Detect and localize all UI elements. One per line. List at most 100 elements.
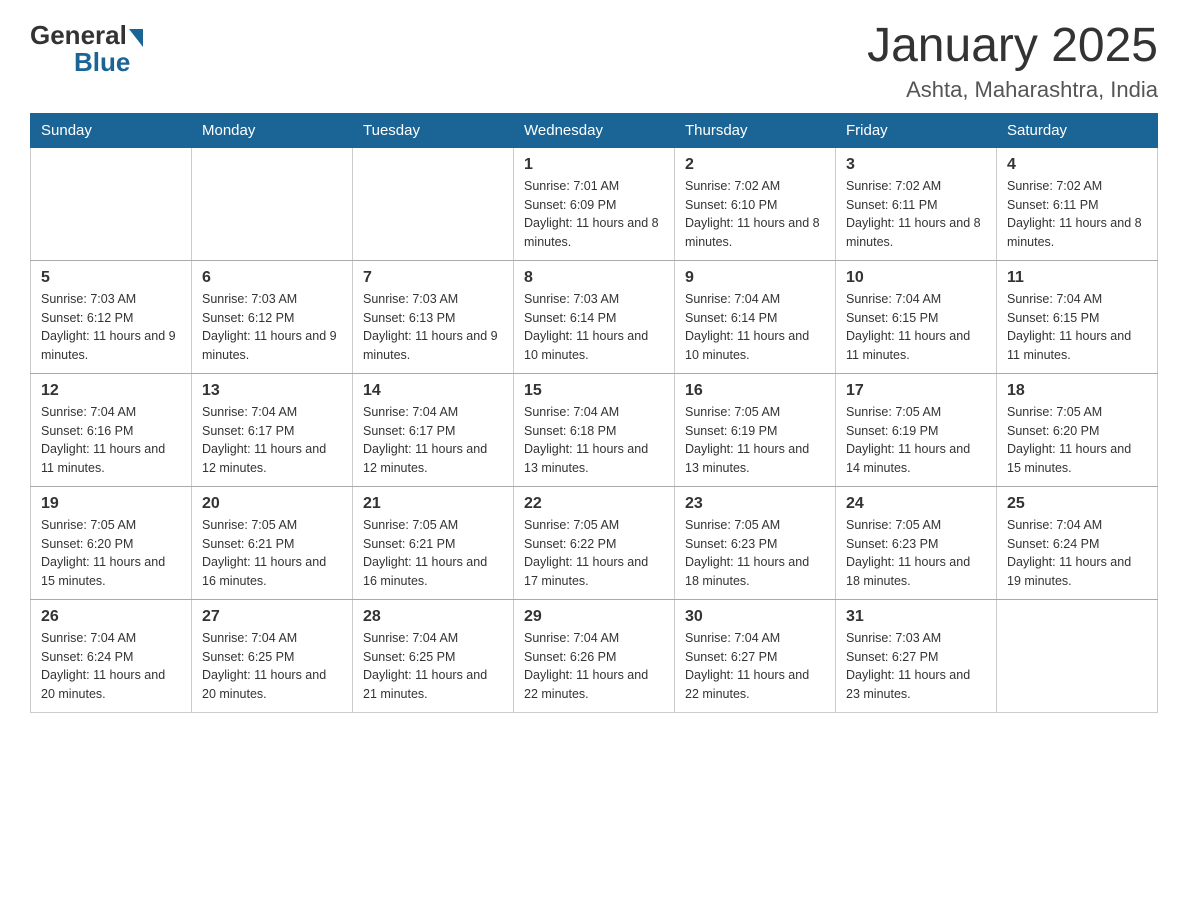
calendar-cell: 28 Sunrise: 7:04 AM Sunset: 6:25 PM Dayli… [353, 599, 514, 712]
calendar-header-wednesday: Wednesday [514, 113, 675, 147]
calendar-cell: 1 Sunrise: 7:01 AM Sunset: 6:09 PM Daylig… [514, 147, 675, 260]
day-number: 26 [41, 608, 181, 626]
day-number: 5 [41, 269, 181, 287]
calendar-week-row: 19Sunrise: 7:05 AM Sunset: 6:20 PM Dayli… [31, 486, 1158, 599]
calendar-cell: 23 Sunrise: 7:05 AM Sunset: 6:23 PM Dayli… [675, 486, 836, 599]
day-info: Sunrise: 7:04 AM Sunset: 6:25 PM Dayligh… [202, 629, 342, 704]
calendar-cell: 13Sunrise: 7:04 AM Sunset: 6:17 PM Dayli… [192, 373, 353, 486]
day-number: 9 [685, 269, 825, 287]
calendar-header-row: SundayMondayTuesdayWednesdayThursdayFrid… [31, 113, 1158, 147]
calendar-cell: 22 Sunrise: 7:05 AM Sunset: 6:22 PM Dayli… [514, 486, 675, 599]
calendar-week-row: 12 Sunrise: 7:04 AM Sunset: 6:16 PM Dayli… [31, 373, 1158, 486]
calendar-cell: 10 Sunrise: 7:04 AM Sunset: 6:15 PM Dayli… [836, 260, 997, 373]
calendar-cell: 12 Sunrise: 7:04 AM Sunset: 6:16 PM Dayli… [31, 373, 192, 486]
day-info: Sunrise: 7:04 AM Sunset: 6:15 PM Dayligh… [846, 290, 986, 365]
day-number: 12 [41, 382, 181, 400]
calendar-cell: 6Sunrise: 7:03 AM Sunset: 6:12 PM Daylig… [192, 260, 353, 373]
calendar-cell: 9 Sunrise: 7:04 AM Sunset: 6:14 PM Daylig… [675, 260, 836, 373]
day-info: Sunrise: 7:04 AM Sunset: 6:26 PM Dayligh… [524, 629, 664, 704]
day-info: Sunrise: 7:03 AM Sunset: 6:27 PM Dayligh… [846, 629, 986, 704]
calendar-table: SundayMondayTuesdayWednesdayThursdayFrid… [30, 113, 1158, 713]
logo-blue-text: Blue [74, 47, 130, 78]
day-info: Sunrise: 7:04 AM Sunset: 6:14 PM Dayligh… [685, 290, 825, 365]
day-info: Sunrise: 7:05 AM Sunset: 6:22 PM Dayligh… [524, 516, 664, 591]
logo-arrow-icon [129, 29, 143, 47]
day-number: 16 [685, 382, 825, 400]
day-info: Sunrise: 7:02 AM Sunset: 6:11 PM Dayligh… [846, 177, 986, 252]
calendar-cell: 4 Sunrise: 7:02 AM Sunset: 6:11 PM Daylig… [997, 147, 1158, 260]
day-info: Sunrise: 7:03 AM Sunset: 6:12 PM Dayligh… [202, 290, 342, 365]
day-info: Sunrise: 7:03 AM Sunset: 6:13 PM Dayligh… [363, 290, 503, 365]
calendar-subtitle: Ashta, Maharashtra, India [867, 77, 1158, 103]
logo: General Blue [30, 20, 143, 78]
day-number: 23 [685, 495, 825, 513]
day-info: Sunrise: 7:05 AM Sunset: 6:23 PM Dayligh… [685, 516, 825, 591]
calendar-cell: 14 Sunrise: 7:04 AM Sunset: 6:17 PM Dayli… [353, 373, 514, 486]
calendar-cell: 2Sunrise: 7:02 AM Sunset: 6:10 PM Daylig… [675, 147, 836, 260]
day-info: Sunrise: 7:04 AM Sunset: 6:25 PM Dayligh… [363, 629, 503, 704]
calendar-header-saturday: Saturday [997, 113, 1158, 147]
calendar-header-tuesday: Tuesday [353, 113, 514, 147]
day-number: 3 [846, 156, 986, 174]
day-info: Sunrise: 7:05 AM Sunset: 6:20 PM Dayligh… [1007, 403, 1147, 478]
calendar-cell [31, 147, 192, 260]
day-info: Sunrise: 7:04 AM Sunset: 6:24 PM Dayligh… [1007, 516, 1147, 591]
day-info: Sunrise: 7:05 AM Sunset: 6:19 PM Dayligh… [846, 403, 986, 478]
calendar-cell: 5 Sunrise: 7:03 AM Sunset: 6:12 PM Daylig… [31, 260, 192, 373]
day-number: 21 [363, 495, 503, 513]
day-number: 13 [202, 382, 342, 400]
day-info: Sunrise: 7:03 AM Sunset: 6:12 PM Dayligh… [41, 290, 181, 365]
day-info: Sunrise: 7:02 AM Sunset: 6:11 PM Dayligh… [1007, 177, 1147, 252]
calendar-cell: 21 Sunrise: 7:05 AM Sunset: 6:21 PM Dayli… [353, 486, 514, 599]
day-number: 27 [202, 608, 342, 626]
calendar-header-friday: Friday [836, 113, 997, 147]
day-number: 25 [1007, 495, 1147, 513]
day-info: Sunrise: 7:05 AM Sunset: 6:21 PM Dayligh… [202, 516, 342, 591]
day-info: Sunrise: 7:02 AM Sunset: 6:10 PM Dayligh… [685, 177, 825, 252]
calendar-cell [353, 147, 514, 260]
calendar-cell: 8Sunrise: 7:03 AM Sunset: 6:14 PM Daylig… [514, 260, 675, 373]
calendar-week-row: 26 Sunrise: 7:04 AM Sunset: 6:24 PM Dayli… [31, 599, 1158, 712]
day-info: Sunrise: 7:04 AM Sunset: 6:27 PM Dayligh… [685, 629, 825, 704]
day-info: Sunrise: 7:05 AM Sunset: 6:19 PM Dayligh… [685, 403, 825, 478]
calendar-cell: 20 Sunrise: 7:05 AM Sunset: 6:21 PM Dayli… [192, 486, 353, 599]
calendar-cell: 25 Sunrise: 7:04 AM Sunset: 6:24 PM Dayli… [997, 486, 1158, 599]
day-number: 4 [1007, 156, 1147, 174]
calendar-cell: 31 Sunrise: 7:03 AM Sunset: 6:27 PM Dayli… [836, 599, 997, 712]
day-number: 11 [1007, 269, 1147, 287]
day-info: Sunrise: 7:01 AM Sunset: 6:09 PM Dayligh… [524, 177, 664, 252]
day-number: 28 [363, 608, 503, 626]
calendar-week-row: 1 Sunrise: 7:01 AM Sunset: 6:09 PM Daylig… [31, 147, 1158, 260]
day-info: Sunrise: 7:04 AM Sunset: 6:18 PM Dayligh… [524, 403, 664, 478]
calendar-cell: 16 Sunrise: 7:05 AM Sunset: 6:19 PM Dayli… [675, 373, 836, 486]
day-number: 31 [846, 608, 986, 626]
day-number: 1 [524, 156, 664, 174]
day-number: 17 [846, 382, 986, 400]
calendar-title: January 2025 [867, 20, 1158, 73]
day-info: Sunrise: 7:04 AM Sunset: 6:24 PM Dayligh… [41, 629, 181, 704]
calendar-cell [192, 147, 353, 260]
calendar-cell: 7Sunrise: 7:03 AM Sunset: 6:13 PM Daylig… [353, 260, 514, 373]
day-number: 19 [41, 495, 181, 513]
calendar-cell: 3 Sunrise: 7:02 AM Sunset: 6:11 PM Daylig… [836, 147, 997, 260]
day-info: Sunrise: 7:03 AM Sunset: 6:14 PM Dayligh… [524, 290, 664, 365]
day-info: Sunrise: 7:04 AM Sunset: 6:16 PM Dayligh… [41, 403, 181, 478]
calendar-cell: 30 Sunrise: 7:04 AM Sunset: 6:27 PM Dayli… [675, 599, 836, 712]
day-info: Sunrise: 7:04 AM Sunset: 6:15 PM Dayligh… [1007, 290, 1147, 365]
day-info: Sunrise: 7:05 AM Sunset: 6:23 PM Dayligh… [846, 516, 986, 591]
day-number: 18 [1007, 382, 1147, 400]
day-number: 14 [363, 382, 503, 400]
day-number: 10 [846, 269, 986, 287]
day-info: Sunrise: 7:05 AM Sunset: 6:21 PM Dayligh… [363, 516, 503, 591]
calendar-week-row: 5 Sunrise: 7:03 AM Sunset: 6:12 PM Daylig… [31, 260, 1158, 373]
day-number: 29 [524, 608, 664, 626]
calendar-cell: 24 Sunrise: 7:05 AM Sunset: 6:23 PM Dayli… [836, 486, 997, 599]
calendar-cell: 19Sunrise: 7:05 AM Sunset: 6:20 PM Dayli… [31, 486, 192, 599]
day-number: 24 [846, 495, 986, 513]
calendar-cell: 11 Sunrise: 7:04 AM Sunset: 6:15 PM Dayli… [997, 260, 1158, 373]
day-number: 30 [685, 608, 825, 626]
calendar-cell: 27 Sunrise: 7:04 AM Sunset: 6:25 PM Dayli… [192, 599, 353, 712]
day-number: 20 [202, 495, 342, 513]
day-info: Sunrise: 7:04 AM Sunset: 6:17 PM Dayligh… [363, 403, 503, 478]
day-number: 22 [524, 495, 664, 513]
